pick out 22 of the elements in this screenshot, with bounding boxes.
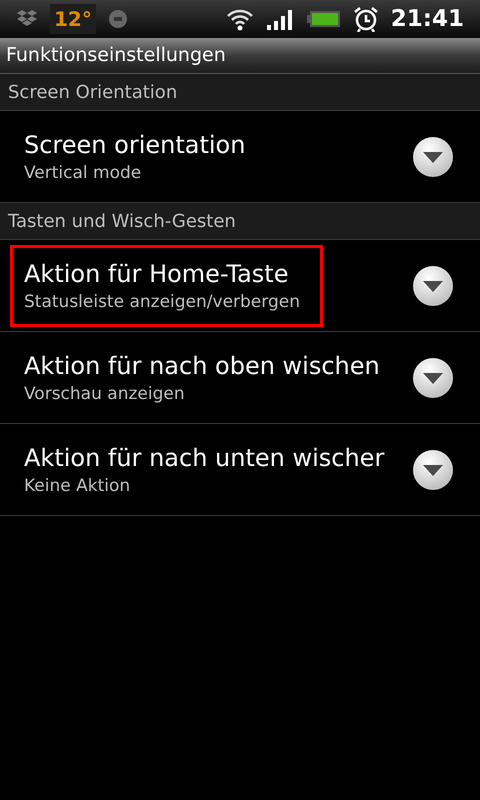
preference-summary: Keine Aktion bbox=[24, 474, 132, 498]
preference-row[interactable]: Aktion für nach oben wischen Vorschau anzeigen bbox=[0, 332, 480, 424]
temperature: 12° bbox=[50, 4, 96, 34]
screen-title: Funktionseinstellungen bbox=[6, 43, 226, 68]
clock-time: 21:41 bbox=[390, 4, 464, 34]
preference-row[interactable]: Aktion für nach unten wischer Keine Aktion bbox=[0, 424, 480, 516]
battery-icon bbox=[306, 10, 341, 28]
preference-title: Aktion für nach unten wischer bbox=[24, 442, 384, 474]
wifi-icon bbox=[224, 7, 255, 31]
preference-summary: Vorschau anzeigen bbox=[24, 382, 186, 406]
preference-summary: Statusleiste anzeigen/verbergen bbox=[24, 290, 300, 314]
alarm-clock-icon bbox=[352, 6, 379, 32]
preference-title: Screen orientation bbox=[24, 130, 246, 160]
preference-title: Aktion für Home-Taste bbox=[24, 258, 290, 290]
preference-summary: Vertical mode bbox=[24, 162, 142, 184]
box-icon bbox=[16, 9, 38, 29]
preference-row[interactable]: Aktion für Home-Taste Statusleiste anzeigen/verbergen bbox=[0, 240, 480, 332]
section-header-text: Tasten und Wisch-Gesten bbox=[8, 210, 236, 234]
signal-icon bbox=[266, 8, 295, 30]
circle-icon bbox=[108, 9, 128, 29]
section-header-text: Screen Orientation bbox=[8, 80, 178, 104]
preference-title: Aktion für nach oben wischen bbox=[24, 350, 380, 382]
